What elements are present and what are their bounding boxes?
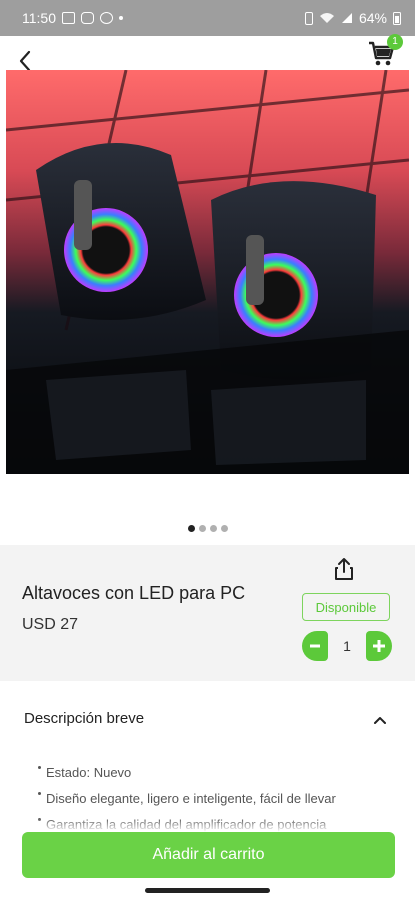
- plus-icon: [373, 640, 385, 652]
- pager-dot[interactable]: [187, 525, 195, 532]
- availability-badge: Disponible: [302, 593, 390, 621]
- product-info-section: Altavoces con LED para PC USD 27 Disponi…: [0, 545, 415, 681]
- quantity-value[interactable]: 1: [328, 638, 366, 654]
- wifi-icon: [319, 13, 334, 23]
- app-header: 1: [0, 34, 415, 72]
- product-image[interactable]: [6, 70, 409, 474]
- back-arrow-icon: [19, 50, 31, 72]
- minus-icon: [310, 644, 320, 648]
- description-toggle[interactable]: Descripción breve: [24, 700, 392, 740]
- image-pager: [0, 525, 415, 532]
- whatsapp-notification-icon: [100, 12, 113, 24]
- cart-button[interactable]: 1: [367, 34, 403, 70]
- status-time: 11:50: [22, 10, 56, 26]
- share-button[interactable]: [334, 557, 358, 583]
- quantity-stepper: 1: [302, 631, 392, 661]
- decrease-quantity-button[interactable]: [302, 631, 328, 661]
- battery-icon: [393, 12, 401, 25]
- pager-dot[interactable]: [198, 525, 206, 532]
- gesture-navigation-bar[interactable]: [145, 888, 270, 893]
- description-title: Descripción breve: [24, 710, 145, 727]
- list-fade: [0, 818, 415, 832]
- more-notifications-icon: [119, 16, 123, 20]
- cart-count-badge: 1: [387, 34, 403, 50]
- speakers-illustration: [6, 70, 409, 474]
- signal-icon: [341, 13, 352, 23]
- gallery-notification-icon: [62, 12, 75, 24]
- product-price: USD 27: [22, 616, 79, 633]
- product-title: Altavoces con LED para PC: [22, 583, 246, 603]
- battery-percent: 64%: [358, 10, 387, 26]
- add-to-cart-button[interactable]: Añadir al carrito: [22, 832, 395, 878]
- chevron-up-icon: [374, 717, 386, 724]
- description-item: Diseño elegante, ligero e inteligente, f…: [38, 786, 398, 812]
- pager-dot[interactable]: [209, 525, 217, 532]
- instagram-notification-icon: [81, 12, 94, 24]
- pager-dot[interactable]: [220, 525, 228, 532]
- status-right: 64%: [304, 10, 401, 26]
- description-item: Estado: Nuevo: [38, 760, 398, 786]
- increase-quantity-button[interactable]: [366, 631, 392, 661]
- share-icon: [335, 558, 353, 580]
- status-left: 11:50: [22, 10, 123, 26]
- status-bar: 11:50 64%: [0, 0, 415, 36]
- battery-saver-icon: [304, 11, 313, 25]
